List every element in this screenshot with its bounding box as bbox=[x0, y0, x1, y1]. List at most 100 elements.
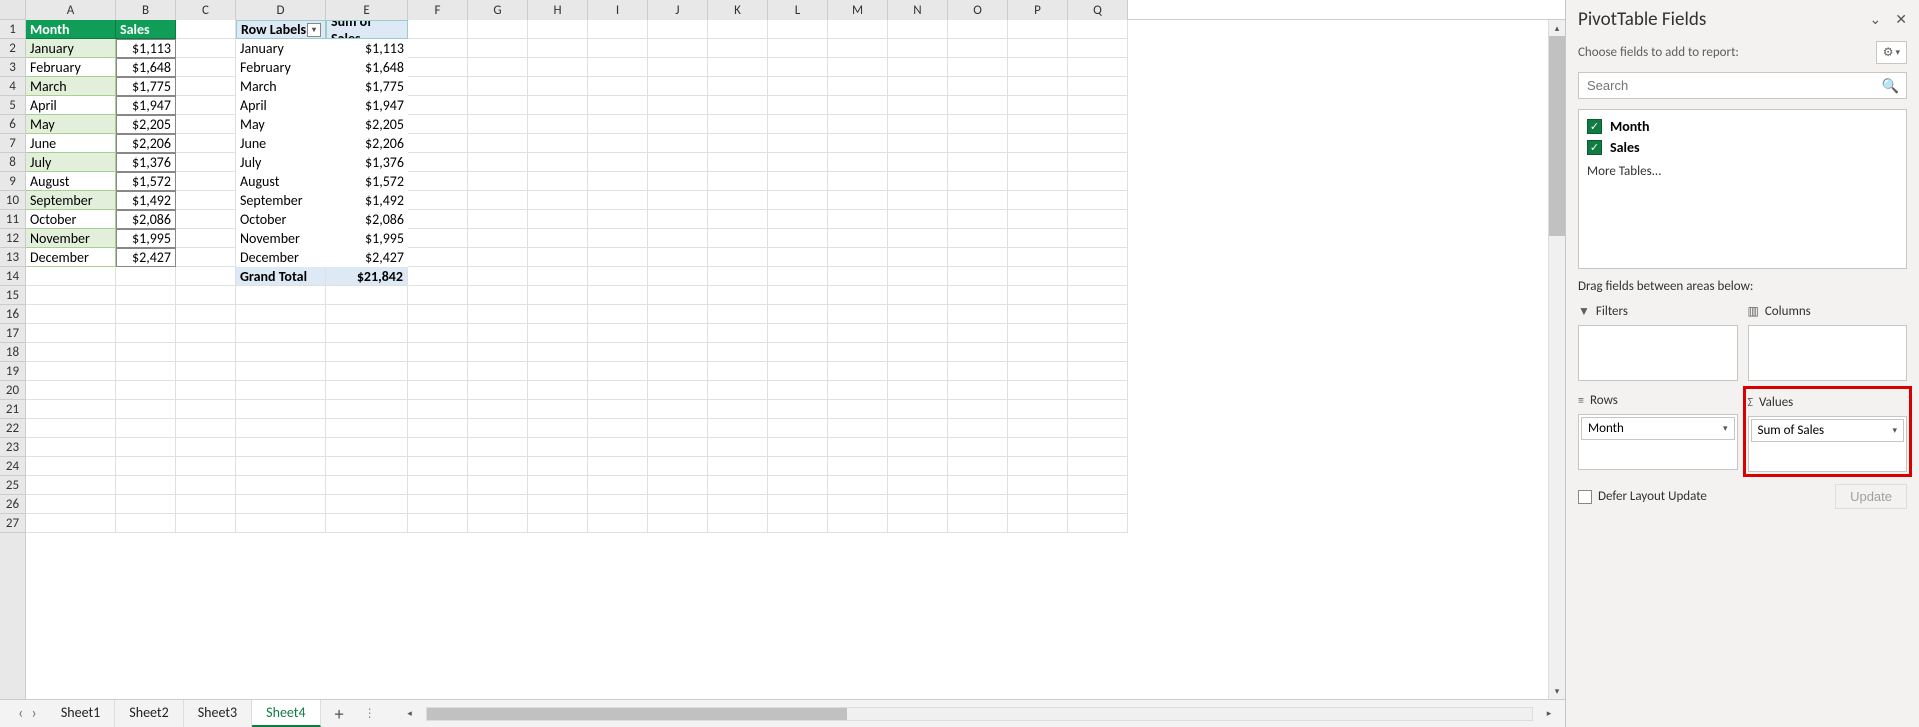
cell-D8[interactable]: July bbox=[236, 153, 326, 172]
cell-B6[interactable]: $2,205 bbox=[116, 115, 176, 134]
sheet-tab-sheet3[interactable]: Sheet3 bbox=[184, 700, 252, 727]
cell-N7[interactable] bbox=[888, 134, 948, 153]
cell-D1[interactable]: Row Labels▾ bbox=[236, 20, 326, 39]
cell-C15[interactable] bbox=[176, 286, 236, 305]
cell-F2[interactable] bbox=[408, 39, 468, 58]
cell-N21[interactable] bbox=[888, 400, 948, 419]
cell-F13[interactable] bbox=[408, 248, 468, 267]
row-header-14[interactable]: 14 bbox=[0, 267, 25, 286]
cell-C2[interactable] bbox=[176, 39, 236, 58]
cell-I4[interactable] bbox=[588, 77, 648, 96]
cell-P15[interactable] bbox=[1008, 286, 1068, 305]
cell-O18[interactable] bbox=[948, 343, 1008, 362]
cell-O23[interactable] bbox=[948, 438, 1008, 457]
column-header-M[interactable]: M bbox=[828, 0, 888, 20]
cell-K2[interactable] bbox=[708, 39, 768, 58]
cell-A19[interactable] bbox=[26, 362, 116, 381]
row-header-4[interactable]: 4 bbox=[0, 77, 25, 96]
cell-F6[interactable] bbox=[408, 115, 468, 134]
cell-B18[interactable] bbox=[116, 343, 176, 362]
cell-F26[interactable] bbox=[408, 495, 468, 514]
cell-I7[interactable] bbox=[588, 134, 648, 153]
cell-K18[interactable] bbox=[708, 343, 768, 362]
column-header-H[interactable]: H bbox=[528, 0, 588, 20]
cell-G27[interactable] bbox=[468, 514, 528, 533]
cell-C21[interactable] bbox=[176, 400, 236, 419]
cell-G11[interactable] bbox=[468, 210, 528, 229]
cell-H27[interactable] bbox=[528, 514, 588, 533]
cell-M20[interactable] bbox=[828, 381, 888, 400]
cell-H16[interactable] bbox=[528, 305, 588, 324]
cell-H12[interactable] bbox=[528, 229, 588, 248]
cell-A11[interactable]: October bbox=[26, 210, 116, 229]
row-header-25[interactable]: 25 bbox=[0, 476, 25, 495]
cell-Q2[interactable] bbox=[1068, 39, 1128, 58]
cell-F16[interactable] bbox=[408, 305, 468, 324]
cell-N2[interactable] bbox=[888, 39, 948, 58]
cell-B2[interactable]: $1,113 bbox=[116, 39, 176, 58]
cell-L25[interactable] bbox=[768, 476, 828, 495]
cell-K5[interactable] bbox=[708, 96, 768, 115]
cell-J13[interactable] bbox=[648, 248, 708, 267]
cell-L16[interactable] bbox=[768, 305, 828, 324]
cell-P6[interactable] bbox=[1008, 115, 1068, 134]
cell-C12[interactable] bbox=[176, 229, 236, 248]
cell-K27[interactable] bbox=[708, 514, 768, 533]
close-pane-icon[interactable]: ✕ bbox=[1895, 11, 1907, 28]
cell-N26[interactable] bbox=[888, 495, 948, 514]
cell-M4[interactable] bbox=[828, 77, 888, 96]
cell-O11[interactable] bbox=[948, 210, 1008, 229]
cell-A17[interactable] bbox=[26, 324, 116, 343]
cell-P21[interactable] bbox=[1008, 400, 1068, 419]
cell-H10[interactable] bbox=[528, 191, 588, 210]
cell-F21[interactable] bbox=[408, 400, 468, 419]
column-header-E[interactable]: E bbox=[326, 0, 408, 20]
cell-L2[interactable] bbox=[768, 39, 828, 58]
cell-Q17[interactable] bbox=[1068, 324, 1128, 343]
column-header-D[interactable]: D bbox=[236, 0, 326, 20]
cell-K21[interactable] bbox=[708, 400, 768, 419]
cell-A9[interactable]: August bbox=[26, 172, 116, 191]
cell-M24[interactable] bbox=[828, 457, 888, 476]
scrollbar-thumb[interactable] bbox=[1549, 36, 1565, 236]
cell-L14[interactable] bbox=[768, 267, 828, 286]
cell-E26[interactable] bbox=[326, 495, 408, 514]
cell-Q19[interactable] bbox=[1068, 362, 1128, 381]
cell-F25[interactable] bbox=[408, 476, 468, 495]
cell-G14[interactable] bbox=[468, 267, 528, 286]
cell-M25[interactable] bbox=[828, 476, 888, 495]
cell-D22[interactable] bbox=[236, 419, 326, 438]
cell-B11[interactable]: $2,086 bbox=[116, 210, 176, 229]
cell-M6[interactable] bbox=[828, 115, 888, 134]
sheet-tab-sheet4[interactable]: Sheet4 bbox=[252, 700, 320, 727]
cell-H15[interactable] bbox=[528, 286, 588, 305]
cell-I18[interactable] bbox=[588, 343, 648, 362]
cell-C26[interactable] bbox=[176, 495, 236, 514]
row-header-23[interactable]: 23 bbox=[0, 438, 25, 457]
cell-K4[interactable] bbox=[708, 77, 768, 96]
cell-G8[interactable] bbox=[468, 153, 528, 172]
cell-N12[interactable] bbox=[888, 229, 948, 248]
cell-F4[interactable] bbox=[408, 77, 468, 96]
chevron-down-icon[interactable]: ▾ bbox=[1892, 425, 1897, 436]
cell-G17[interactable] bbox=[468, 324, 528, 343]
cell-K6[interactable] bbox=[708, 115, 768, 134]
cell-Q11[interactable] bbox=[1068, 210, 1128, 229]
cell-D14[interactable]: Grand Total bbox=[236, 267, 326, 286]
cell-A27[interactable] bbox=[26, 514, 116, 533]
cell-O19[interactable] bbox=[948, 362, 1008, 381]
cell-C7[interactable] bbox=[176, 134, 236, 153]
cell-O13[interactable] bbox=[948, 248, 1008, 267]
cell-I2[interactable] bbox=[588, 39, 648, 58]
cell-B22[interactable] bbox=[116, 419, 176, 438]
values-area[interactable]: ΣValues Sum of Sales▾ bbox=[1748, 391, 1908, 472]
cell-J25[interactable] bbox=[648, 476, 708, 495]
cell-E5[interactable]: $1,947 bbox=[326, 96, 408, 115]
row-header-24[interactable]: 24 bbox=[0, 457, 25, 476]
cell-H17[interactable] bbox=[528, 324, 588, 343]
row-header-13[interactable]: 13 bbox=[0, 248, 25, 267]
cell-L13[interactable] bbox=[768, 248, 828, 267]
cell-F22[interactable] bbox=[408, 419, 468, 438]
cell-A6[interactable]: May bbox=[26, 115, 116, 134]
cell-D26[interactable] bbox=[236, 495, 326, 514]
